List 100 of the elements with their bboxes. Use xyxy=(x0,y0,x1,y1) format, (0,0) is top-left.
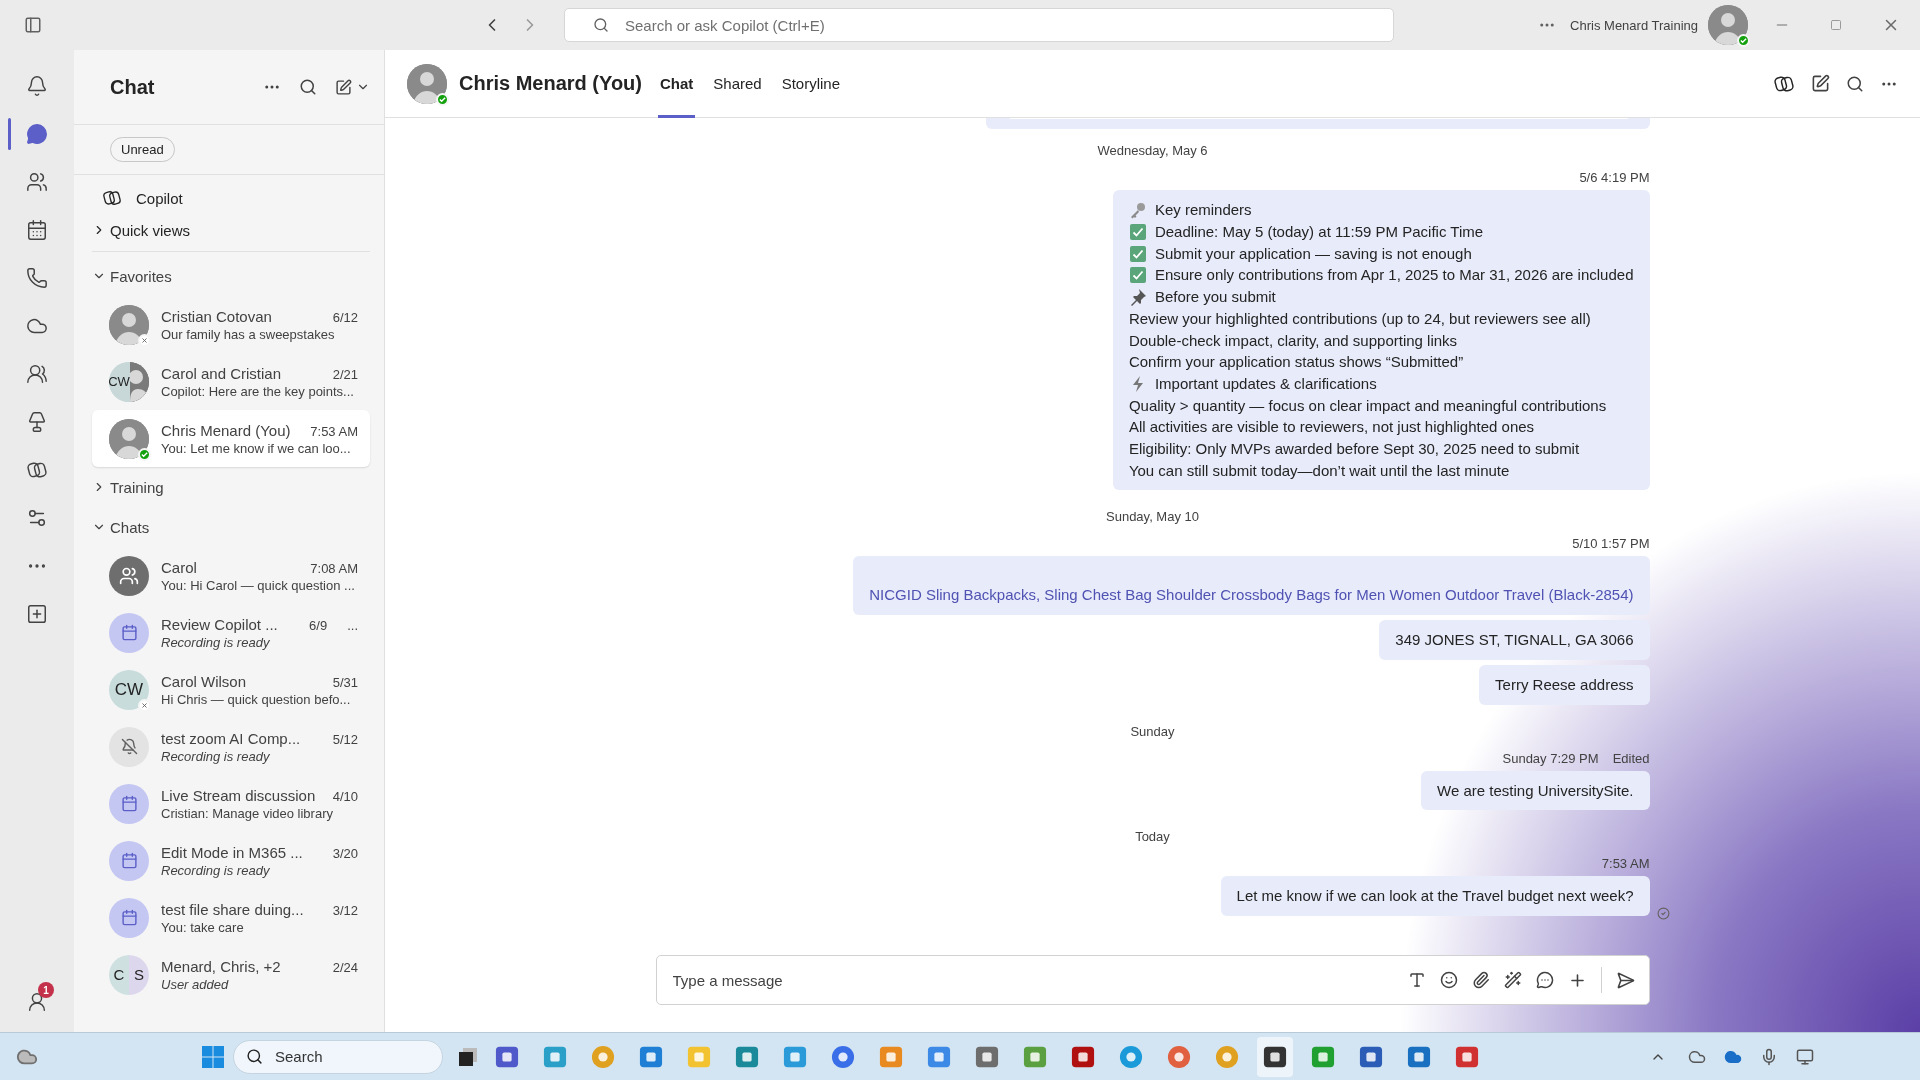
chat-preview: You: take care xyxy=(161,919,245,935)
search-input[interactable]: Search xyxy=(273,1047,413,1066)
emoji-icon[interactable] xyxy=(1439,971,1458,989)
taskbar-app[interactable] xyxy=(1257,1036,1293,1077)
chat-preview: Recording is ready xyxy=(161,634,271,650)
chat-item[interactable]: Edit Mode in M365 ... 3/20 Recording is ready xyxy=(92,832,370,889)
microphone-icon[interactable] xyxy=(1760,1047,1778,1066)
chat-item[interactable]: Chris Menard (You) 7:53 AM You: Let me know if we can loo... xyxy=(92,410,370,467)
section-toggle[interactable]: Favorites xyxy=(74,256,384,296)
search-icon[interactable] xyxy=(1846,74,1864,93)
message-text: Deadline: May 5 (today) at 11:59 PM Pacific Time xyxy=(1154,222,1484,243)
message-text: Submit your application — saving is not enough xyxy=(1154,243,1472,264)
message-text: Ensure only contributions from Apr 1, 2025 to Mar 31, 2026 are included xyxy=(1154,265,1634,286)
chat-name: Edit Mode in M365 ... xyxy=(161,843,304,861)
copilot-item[interactable]: Copilot xyxy=(74,181,384,215)
person-silhouette xyxy=(129,361,149,402)
taskbar-search[interactable]: Search xyxy=(233,1039,443,1074)
message-text: You can still submit today—don’t wait until the last minute xyxy=(1128,460,1510,481)
monitor-icon[interactable] xyxy=(1796,1047,1814,1066)
app-icon xyxy=(1167,1043,1191,1070)
avatar-initials: C xyxy=(109,954,129,995)
send-icon[interactable] xyxy=(1615,970,1635,990)
chat-time: 5/31 xyxy=(332,674,358,690)
calendar-icon xyxy=(120,852,138,869)
search-field[interactable]: Search or ask Copilot (Ctrl+E) xyxy=(564,8,1394,42)
message-text: Review your highlighted contributions (up to 24, but reviewers see all) xyxy=(1128,308,1591,329)
sidebar-toggle-icon[interactable] xyxy=(24,16,42,34)
message-text: Confirm your application status shows “Submitted” xyxy=(1128,352,1464,373)
message-text: Key reminders xyxy=(1154,200,1252,221)
chat-item[interactable]: Carol 7:08 AM You: Hi Carol — quick question ... xyxy=(92,547,370,604)
maximize-icon[interactable] xyxy=(1830,19,1842,31)
chat-name: Carol Wilson xyxy=(161,672,248,690)
chat-item[interactable]: C S Menard, Chris, +2 2/24 User added xyxy=(92,946,370,1003)
search-input[interactable]: Search or ask Copilot (Ctrl+E) xyxy=(623,15,1379,35)
chat-time: 6/9 xyxy=(309,617,328,633)
chat-item[interactable]: CW Carol Wilson 5/31 Hi Chris — quick question befo... xyxy=(92,661,370,718)
app-icon xyxy=(1119,1043,1143,1070)
message-text: Important updates & clarifications xyxy=(1154,373,1377,394)
message-composer[interactable]: Type a message xyxy=(655,955,1650,1005)
chat-preview: Cristian: Manage video library xyxy=(161,805,334,821)
tab[interactable]: Shared xyxy=(711,49,764,118)
new-chat-icon[interactable] xyxy=(335,78,370,96)
bell-off-icon xyxy=(120,738,138,755)
chat-time: 2/24 xyxy=(332,959,358,975)
section-toggle[interactable]: Training xyxy=(74,467,384,507)
chat-item[interactable]: Live Stream discussion 4/10 Cristian: Manage video library xyxy=(92,775,370,832)
chat-name: test file share duing... xyxy=(161,900,305,918)
link[interactable]: NICGID Sling Backpacks, Sling Chest Bag Shoulder Crossbody Bags for Men Women Outdoor Travel (Black-2854) xyxy=(869,584,1634,607)
message-text: 349 JONES ST, TIGNALL, GA 3066 xyxy=(1395,630,1634,651)
message-text: Before you submit xyxy=(1154,287,1276,308)
section-toggle[interactable]: Chats xyxy=(74,507,384,547)
quick-views-toggle[interactable]: Quick views xyxy=(74,215,384,245)
windows-logo-icon[interactable] xyxy=(201,1044,225,1069)
chat-name: Carol xyxy=(161,558,198,576)
chat-item[interactable]: test zoom AI Comp... 5/12 Recording is ready xyxy=(92,718,370,775)
format-icon[interactable] xyxy=(1407,971,1426,989)
app-icon xyxy=(1215,1043,1239,1070)
chat-item[interactable]: CW Carol and Cristian 2/21 Copilot: Here are the key points... xyxy=(92,353,370,410)
chat-bubble-icon[interactable] xyxy=(1535,971,1554,989)
message-time: 5/6 4:19 PM xyxy=(1579,170,1650,186)
message-time: 5/10 1:57 PM xyxy=(1572,536,1650,552)
chat-time: 3/20 xyxy=(332,845,358,861)
chat-time: 7:53 AM xyxy=(310,423,358,439)
message-text: Let me know if we can look at the Travel budget next week? xyxy=(1236,886,1634,907)
date-label: Sunday xyxy=(1130,723,1175,739)
attach-icon[interactable] xyxy=(1471,971,1490,989)
task-view-icon[interactable] xyxy=(457,1045,479,1068)
chat-name: Menard, Chris, +2 xyxy=(161,957,282,975)
calendar-icon xyxy=(120,909,138,926)
chat-preview: User added xyxy=(161,976,230,992)
edited-label: Edited xyxy=(1612,750,1650,766)
chat-time: 6/12 xyxy=(332,309,358,325)
app-icon xyxy=(591,1043,615,1070)
chat-item[interactable]: test file share duing... 3/12 You: take care xyxy=(92,889,370,946)
message-time: Sunday 7:29 PM xyxy=(1502,750,1599,766)
edit-icon[interactable] xyxy=(1811,74,1830,93)
chat-preview: Hi Chris — quick question befo... xyxy=(161,691,352,707)
chat-name: Cristian Cotovan xyxy=(161,307,273,325)
people-icon xyxy=(119,565,139,586)
filter-chip[interactable]: Unread xyxy=(110,137,175,162)
chat-time: 4/10 xyxy=(332,788,358,804)
tab[interactable]: Chat xyxy=(657,49,696,118)
avatar xyxy=(1708,5,1748,45)
message-time: 7:53 AM xyxy=(1601,856,1650,872)
avatar-initials: CW xyxy=(109,361,130,402)
search-icon[interactable] xyxy=(299,78,317,96)
chat-preview: You: Hi Carol — quick question ... xyxy=(161,577,356,593)
notification-badge: 1 xyxy=(38,982,54,998)
avatar xyxy=(109,304,149,345)
chat-item[interactable]: Cristian Cotovan 6/12 Our family has a sweepstakes xyxy=(92,296,370,353)
chat-time: 7:08 AM xyxy=(310,560,358,576)
chat-name: test zoom AI Comp... xyxy=(161,729,302,747)
calendar-icon xyxy=(120,624,138,641)
message-text: Eligibility: Only MVPs awarded before Sept 30, 2025 need to submit xyxy=(1128,439,1580,460)
tab[interactable]: Storyline xyxy=(779,49,843,118)
message-text: We are testing UniversitySite. xyxy=(1437,780,1634,801)
wand-icon[interactable] xyxy=(1503,971,1522,989)
date-label: Today xyxy=(1135,829,1170,845)
chat-item[interactable]: Review Copilot ... 6/9 ... Recording is ready xyxy=(92,604,370,661)
chat-preview: Copilot: Here are the key points... xyxy=(161,383,355,399)
